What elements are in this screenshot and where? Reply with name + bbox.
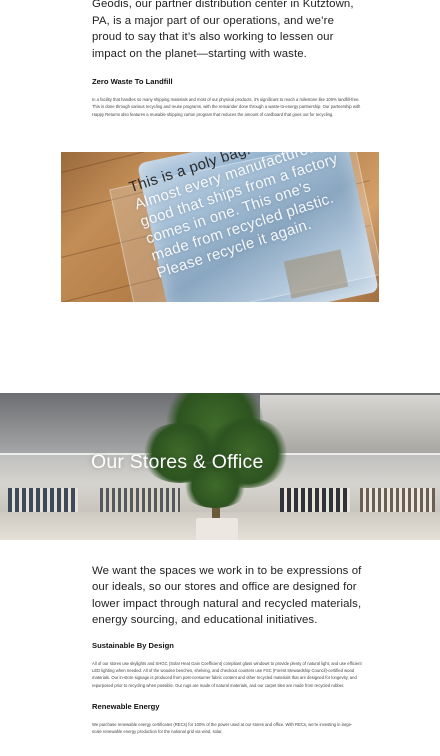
zero-waste-heading: Zero Waste To Landfill [92, 77, 173, 86]
stores-lead-paragraph: We want the spaces we work in to be expr… [92, 565, 362, 627]
intro-lead-paragraph: Geodis, our partner distribution center … [92, 0, 354, 60]
intro-section: Geodis, our partner distribution center … [92, 0, 362, 118]
poly-bag-photo: This is a poly bag. Almost every manufac… [61, 152, 379, 302]
stores-hero-image: Our Stores & Office [0, 393, 440, 540]
renewable-energy-paragraph: We purchase renewable energy certificate… [92, 721, 353, 735]
tree-planter [196, 518, 238, 540]
stores-body-section: We want the spaces we work in to be expr… [92, 563, 362, 735]
renewable-energy-heading: Renewable Energy [92, 701, 160, 711]
sustainable-design-paragraph: All of our stores use skylights and SHGC… [92, 660, 362, 688]
zero-waste-paragraph: In a facility that handles so many shipp… [92, 97, 361, 117]
sustainable-design-heading: Sustainable By Design [92, 640, 174, 650]
stores-section-title: Our Stores & Office [91, 451, 264, 473]
